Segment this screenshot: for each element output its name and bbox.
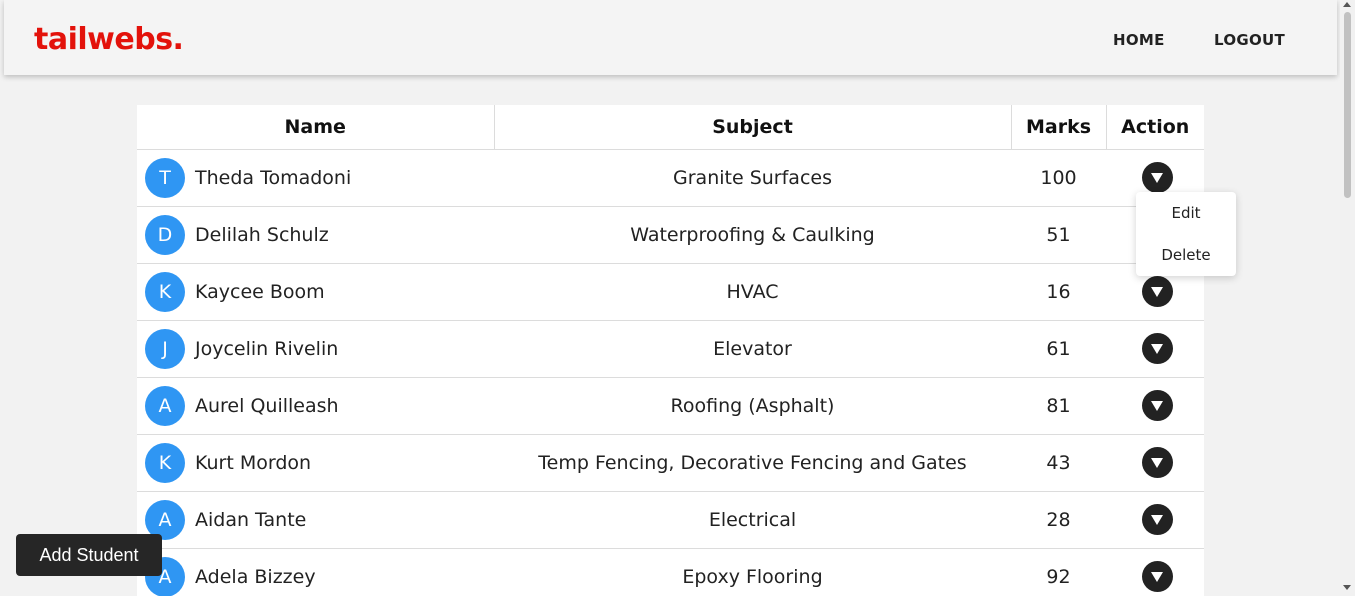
student-name: Kurt Mordon <box>195 451 312 474</box>
avatar: J <box>145 328 185 369</box>
action-menu-button[interactable] <box>1141 162 1173 193</box>
student-name: Joycelin Rivelin <box>195 337 339 360</box>
name-cell: D Delilah Schulz <box>137 206 494 264</box>
action-menu-button[interactable] <box>1141 390 1173 421</box>
caret-down-icon <box>1151 571 1163 582</box>
subject-cell: HVAC <box>494 263 1011 321</box>
marks-cell: 51 <box>1011 206 1106 264</box>
action-cell <box>1106 548 1204 596</box>
table-row: D Delilah Schulz Waterproofing & Caulking 5… <box>137 206 1204 264</box>
caret-down-icon <box>1151 457 1163 468</box>
subject-cell: Temp Fencing, Decorative Fencing and Gat… <box>494 434 1011 492</box>
vertical-scrollbar[interactable] <box>1340 0 1355 596</box>
subject-cell: Waterproofing & Caulking <box>494 206 1011 264</box>
table-row: A Adela Bizzey Epoxy Flooring 92 <box>137 548 1204 596</box>
action-menu-button[interactable] <box>1141 447 1173 478</box>
student-name: Delilah Schulz <box>195 223 329 246</box>
action-cell <box>1106 434 1204 492</box>
caret-down-icon <box>1151 400 1163 411</box>
name-cell: K Kurt Mordon <box>137 434 494 492</box>
marks-cell: 100 <box>1011 149 1106 207</box>
name-cell: J Joycelin Rivelin <box>137 320 494 378</box>
name-cell-content: K Kaycee Boom <box>145 271 494 312</box>
students-table-container: Name Subject Marks Action T Theda Tomadon… <box>137 105 1204 596</box>
brand-logo[interactable]: tailwebs. <box>34 22 184 57</box>
name-cell-content: A Aurel Quilleash <box>145 385 494 426</box>
column-header-subject: Subject <box>494 105 1012 150</box>
column-header-name: Name <box>137 105 495 150</box>
name-cell-content: A Adela Bizzey <box>145 556 494 596</box>
table-row: K Kaycee Boom HVAC 16 <box>137 263 1204 321</box>
edit-menu-item[interactable]: Edit <box>1136 192 1236 234</box>
avatar: K <box>145 442 185 483</box>
scroll-down-arrow-icon[interactable] <box>1343 585 1351 590</box>
name-cell-content: K Kurt Mordon <box>145 442 494 483</box>
action-menu-button[interactable] <box>1141 276 1173 307</box>
caret-down-icon <box>1151 286 1163 297</box>
subject-cell: Electrical <box>494 491 1011 549</box>
student-name: Aidan Tante <box>195 508 307 531</box>
name-cell-content: T Theda Tomadoni <box>145 157 494 198</box>
student-name: Theda Tomadoni <box>195 166 352 189</box>
subject-cell: Elevator <box>494 320 1011 378</box>
caret-down-icon <box>1151 343 1163 354</box>
action-menu-button[interactable] <box>1141 333 1173 364</box>
name-cell: A Aurel Quilleash <box>137 377 494 435</box>
subject-cell: Roofing (Asphalt) <box>494 377 1011 435</box>
table-row: A Aurel Quilleash Roofing (Asphalt) 81 <box>137 377 1204 435</box>
marks-cell: 81 <box>1011 377 1106 435</box>
caret-down-icon <box>1151 172 1163 183</box>
marks-cell: 92 <box>1011 548 1106 596</box>
name-cell: T Theda Tomadoni <box>137 149 494 207</box>
avatar: D <box>145 214 185 255</box>
action-cell <box>1106 377 1204 435</box>
marks-cell: 28 <box>1011 491 1106 549</box>
name-cell-content: J Joycelin Rivelin <box>145 328 494 369</box>
name-cell: A Aidan Tante <box>137 491 494 549</box>
action-cell <box>1106 491 1204 549</box>
avatar: K <box>145 271 185 312</box>
marks-cell: 43 <box>1011 434 1106 492</box>
table-row: T Theda Tomadoni Granite Surfaces 100 <box>137 149 1204 207</box>
action-menu-button[interactable] <box>1141 504 1173 535</box>
student-name: Adela Bizzey <box>195 565 316 588</box>
name-cell-content: A Aidan Tante <box>145 499 494 540</box>
table-body: T Theda Tomadoni Granite Surfaces 100 D Delil… <box>137 149 1204 596</box>
student-name: Aurel Quilleash <box>195 394 339 417</box>
nav-logout-link[interactable]: LOGOUT <box>1214 31 1285 49</box>
action-menu-button[interactable] <box>1141 561 1173 592</box>
action-cell <box>1106 320 1204 378</box>
caret-down-icon <box>1151 514 1163 525</box>
delete-menu-item[interactable]: Delete <box>1136 234 1236 276</box>
add-student-button[interactable]: Add Student <box>16 534 162 576</box>
name-cell: A Adela Bizzey <box>137 548 494 596</box>
students-table: Name Subject Marks Action T Theda Tomadon… <box>137 105 1204 596</box>
avatar: T <box>145 157 185 198</box>
name-cell: K Kaycee Boom <box>137 263 494 321</box>
marks-cell: 16 <box>1011 263 1106 321</box>
student-name: Kaycee Boom <box>195 280 325 303</box>
top-navbar: tailwebs. HOME LOGOUT <box>4 0 1337 75</box>
table-row: K Kurt Mordon Temp Fencing, Decorative Fen… <box>137 434 1204 492</box>
table-row: A Aidan Tante Electrical 28 <box>137 491 1204 549</box>
table-header-row: Name Subject Marks Action <box>137 105 1204 150</box>
action-dropdown-menu: Edit Delete <box>1136 192 1236 276</box>
column-header-marks: Marks <box>1011 105 1107 150</box>
marks-cell: 61 <box>1011 320 1106 378</box>
avatar: A <box>145 385 185 426</box>
column-header-action: Action <box>1106 105 1204 150</box>
scrollbar-thumb[interactable] <box>1344 12 1351 198</box>
table-row: J Joycelin Rivelin Elevator 61 <box>137 320 1204 378</box>
name-cell-content: D Delilah Schulz <box>145 214 494 255</box>
nav-home-link[interactable]: HOME <box>1113 31 1165 49</box>
subject-cell: Granite Surfaces <box>494 149 1011 207</box>
scroll-up-arrow-icon[interactable] <box>1343 2 1351 7</box>
subject-cell: Epoxy Flooring <box>494 548 1011 596</box>
